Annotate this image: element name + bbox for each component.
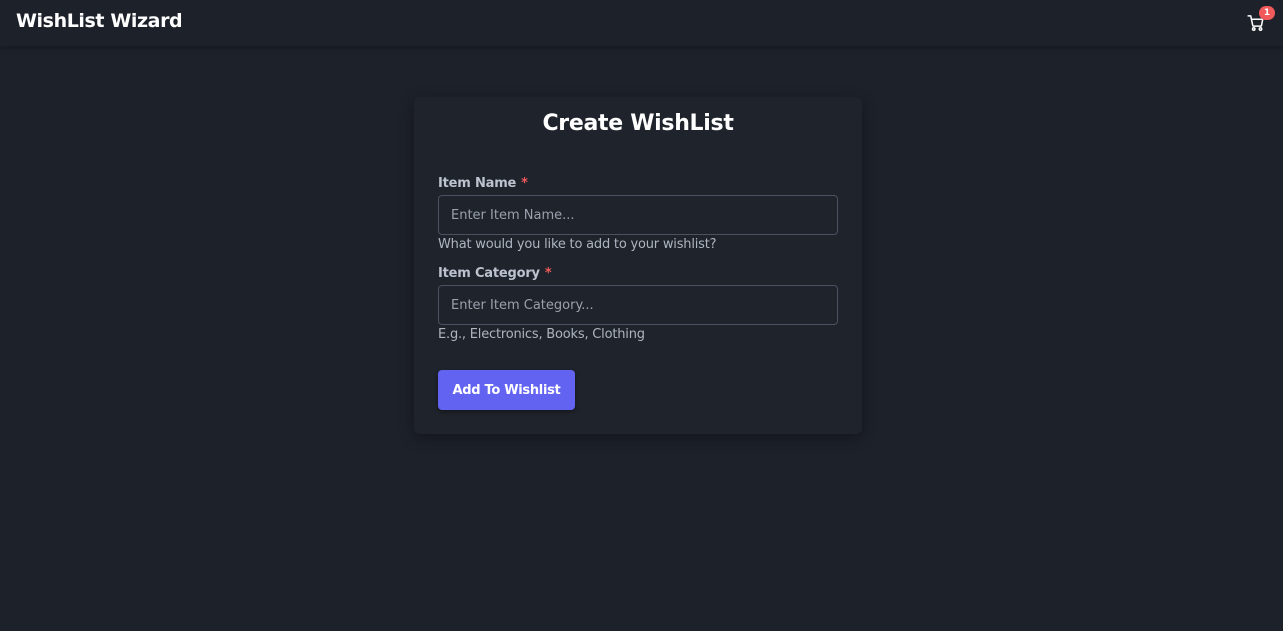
item-name-input[interactable] bbox=[438, 195, 838, 235]
add-to-wishlist-button[interactable]: Add To Wishlist bbox=[438, 370, 575, 410]
item-name-label-text: Item Name bbox=[438, 176, 517, 191]
item-category-helper: E.g., Electronics, Books, Clothing bbox=[438, 327, 645, 342]
create-wishlist-card: Create WishList Item Name * What would yo… bbox=[414, 97, 862, 434]
app-brand[interactable]: WishList Wizard bbox=[16, 10, 183, 32]
cart-count-badge: 1 bbox=[1259, 6, 1275, 20]
required-asterisk: * bbox=[521, 176, 528, 191]
item-category-label-text: Item Category bbox=[438, 266, 540, 281]
top-navbar: WishList Wizard 1 bbox=[0, 0, 1283, 46]
form-title: Create WishList bbox=[542, 111, 734, 136]
item-category-input[interactable] bbox=[438, 285, 838, 325]
item-category-label: Item Category * bbox=[438, 266, 552, 281]
cart-button[interactable]: 1 bbox=[1245, 6, 1275, 36]
required-asterisk: * bbox=[544, 266, 552, 281]
item-name-helper: What would you like to add to your wishl… bbox=[438, 237, 717, 252]
item-name-label: Item Name * bbox=[438, 176, 528, 191]
